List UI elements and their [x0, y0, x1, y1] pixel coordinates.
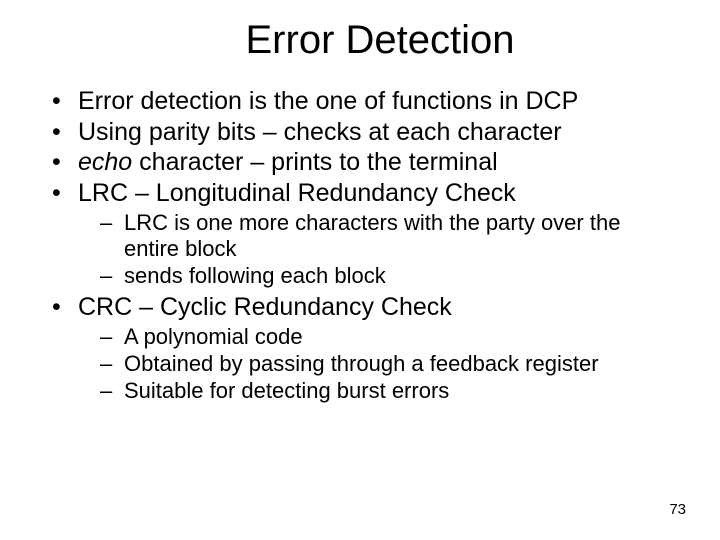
sub-bullet-item: Suitable for detecting burst errors [100, 378, 680, 404]
bullet-item: CRC – Cyclic Redundancy Check A polynomi… [46, 293, 680, 404]
sub-bullet-list: LRC is one more characters with the part… [78, 210, 680, 289]
sub-bullet-item: LRC is one more characters with the part… [100, 210, 680, 262]
sub-bullet-list: A polynomial code Obtained by passing th… [78, 324, 680, 404]
slide: Error Detection Error detection is the o… [0, 0, 720, 540]
sub-bullet-item: Obtained by passing through a feedback r… [100, 351, 680, 377]
sub-bullet-item: A polynomial code [100, 324, 680, 350]
bullet-text: CRC – Cyclic Redundancy Check [78, 293, 452, 321]
bullet-item: Using parity bits – checks at each chara… [46, 118, 680, 148]
sub-bullet-item: sends following each block [100, 263, 680, 289]
bullet-item: LRC – Longitudinal Redundancy Check LRC … [46, 179, 680, 289]
italic-text: echo [78, 148, 132, 176]
bullet-list: Error detection is the one of functions … [40, 87, 680, 404]
bullet-text: character – prints to the terminal [132, 148, 497, 176]
bullet-text: LRC – Longitudinal Redundancy Check [78, 179, 516, 207]
bullet-item: Error detection is the one of functions … [46, 87, 680, 117]
slide-title: Error Detection [40, 18, 680, 63]
page-number: 73 [669, 501, 686, 518]
bullet-item: echo character – prints to the terminal [46, 148, 680, 178]
